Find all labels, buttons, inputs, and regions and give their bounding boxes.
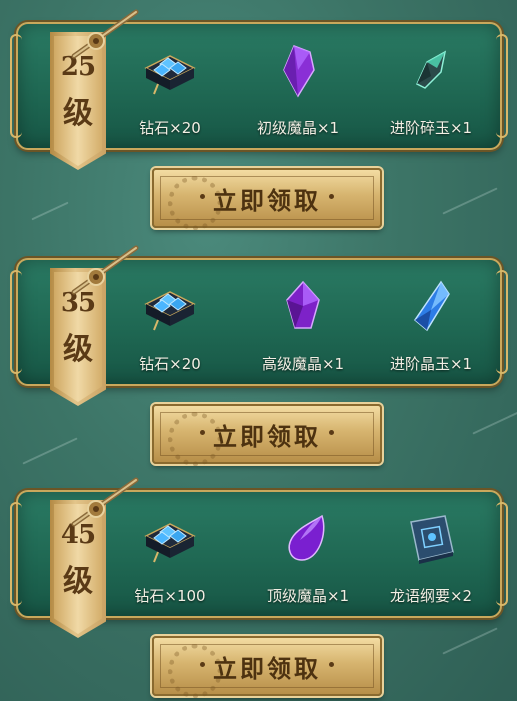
reward-label: 初级魔晶×1 [256, 119, 340, 137]
purple-crystal-icon [283, 45, 315, 98]
level-char: 级 [63, 332, 93, 367]
claim-button-label: 立即领取 [213, 186, 321, 215]
reward-item[interactable]: 钻石×100 [110, 490, 230, 614]
reward-item[interactable]: 顶级魔晶×1 [248, 490, 368, 614]
diamond-chest-icon [144, 523, 196, 563]
reward-item[interactable]: 进阶晶玉×1 [371, 258, 491, 382]
jade-shard-icon [416, 50, 447, 89]
claim-button[interactable]: 立即领取 [152, 168, 382, 230]
diamond-chest-icon [144, 55, 196, 95]
reward-item[interactable]: 龙语纲要×2 [371, 490, 491, 614]
reward-label: 进阶晶玉×1 [389, 355, 473, 373]
reward-item[interactable]: 进阶碎玉×1 [371, 22, 491, 146]
claim-button-label: 立即领取 [213, 654, 321, 683]
reward-label: 高级魔晶×1 [261, 355, 345, 373]
reward-label: 钻石×20 [139, 355, 201, 373]
reward-label: 进阶碎玉×1 [389, 119, 473, 137]
reward-tier-25: 25 级 钻石×20 初级魔晶×1 进阶碎玉×1 立即领取 [0, 0, 517, 230]
level-char: 级 [63, 96, 93, 131]
claim-button[interactable]: 立即领取 [152, 636, 382, 698]
purple-teardrop-gem-icon [288, 514, 325, 561]
level-char: 级 [63, 564, 93, 599]
claim-button-label: 立即领取 [213, 422, 321, 451]
reward-item[interactable]: 高级魔晶×1 [243, 258, 363, 382]
reward-label: 钻石×20 [139, 119, 201, 137]
reward-item[interactable]: 钻石×20 [110, 22, 230, 146]
reward-label: 龙语纲要×2 [389, 587, 473, 605]
reward-item[interactable]: 初级魔晶×1 [238, 22, 358, 146]
claim-button[interactable]: 立即领取 [152, 404, 382, 466]
purple-gem-icon [286, 280, 320, 329]
reward-tier-45: 45 级 钻石×100 顶级魔晶×1 龙语纲要×2 立即领取 [0, 468, 517, 698]
diamond-chest-icon [144, 291, 196, 331]
dragon-tome-icon [410, 515, 454, 564]
reward-item[interactable]: 钻石×20 [110, 258, 230, 382]
blue-crystal-icon [413, 280, 450, 332]
reward-label: 顶级魔晶×1 [266, 587, 350, 605]
reward-tier-35: 35 级 钻石×20 高级魔晶×1 进阶晶玉×1 立即领取 [0, 236, 517, 466]
reward-label: 钻石×100 [134, 587, 206, 605]
